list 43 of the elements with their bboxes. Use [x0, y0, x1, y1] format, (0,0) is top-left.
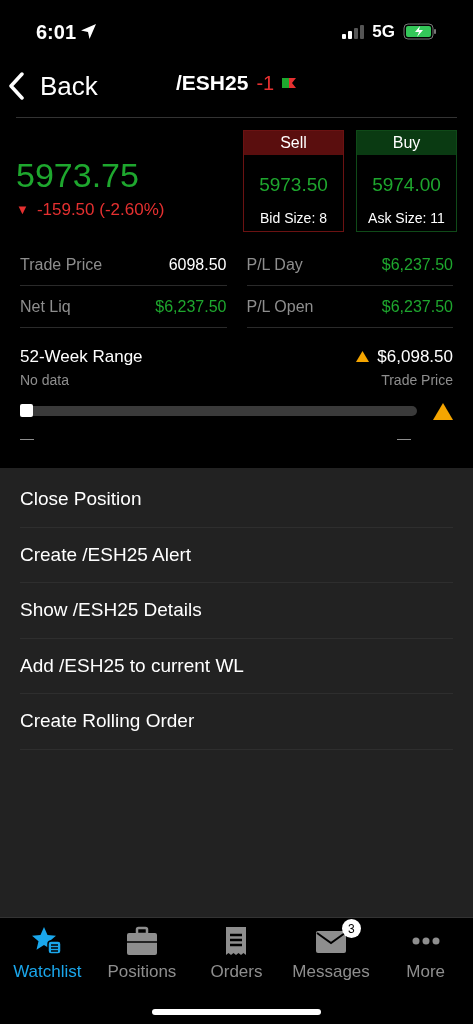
stat-label: P/L Day [246, 254, 303, 275]
warning-triangle-icon [433, 402, 453, 420]
battery-icon [403, 23, 437, 40]
back-button[interactable]: Back [8, 66, 98, 106]
menu-item[interactable]: Create Rolling Order [20, 694, 453, 750]
range-title: 52-Week Range [20, 346, 143, 368]
range-high: — [397, 428, 411, 448]
menu-item[interactable]: Close Position [20, 472, 453, 528]
range-price: $6,098.50 [377, 346, 453, 368]
last-price: 5973.75 [16, 155, 140, 196]
stat-label: Net Liq [20, 296, 71, 317]
sell-button[interactable]: Sell 5973.50 Bid Size: 8 [243, 130, 344, 232]
briefcase-icon [125, 926, 158, 956]
position-quantity: -1 [256, 70, 275, 96]
buy-button[interactable]: Buy 5974.00 Ask Size: 11 [356, 130, 457, 232]
star-list-icon [31, 926, 64, 956]
tab-bar-item[interactable]: Watchlist [0, 926, 95, 990]
status-time: 6:01 [36, 19, 77, 45]
flag-icon [282, 77, 297, 88]
change-arrow: ▼ [16, 200, 29, 219]
price-change: -159.50 (-2.60%) [36, 198, 165, 221]
stat-label: Trade Price [20, 254, 103, 275]
unread-badge: 3 [341, 919, 361, 938]
symbol-title: /ESH25 [176, 70, 249, 96]
warning-triangle-icon [356, 351, 370, 363]
range-low: — [20, 428, 34, 448]
range-subtitle: No data [20, 370, 70, 390]
stat-value: $6,237.50 [381, 296, 453, 317]
stat-label: P/L Open [246, 296, 314, 317]
tab-bar-item[interactable]: More [378, 926, 473, 990]
range-price-label: Trade Price [381, 370, 453, 390]
signal-icon [342, 24, 365, 39]
stat-value: $6,237.50 [155, 296, 227, 317]
menu-item[interactable]: Create /ESH25 Alert [20, 527, 453, 583]
tab-bar-item[interactable]: Orders [189, 926, 284, 990]
menu-item[interactable]: Add /ESH25 to current WL [20, 638, 453, 694]
network-label: 5G [372, 20, 395, 43]
location-arrow-icon [80, 23, 98, 40]
stat-value: 6098.50 [168, 254, 227, 275]
menu-item[interactable]: Show /ESH25 Details [20, 583, 453, 639]
tab-bar-item[interactable]: Positions [94, 926, 190, 990]
chevron-left-icon [8, 72, 24, 100]
stat-value: $6,237.50 [381, 254, 453, 275]
